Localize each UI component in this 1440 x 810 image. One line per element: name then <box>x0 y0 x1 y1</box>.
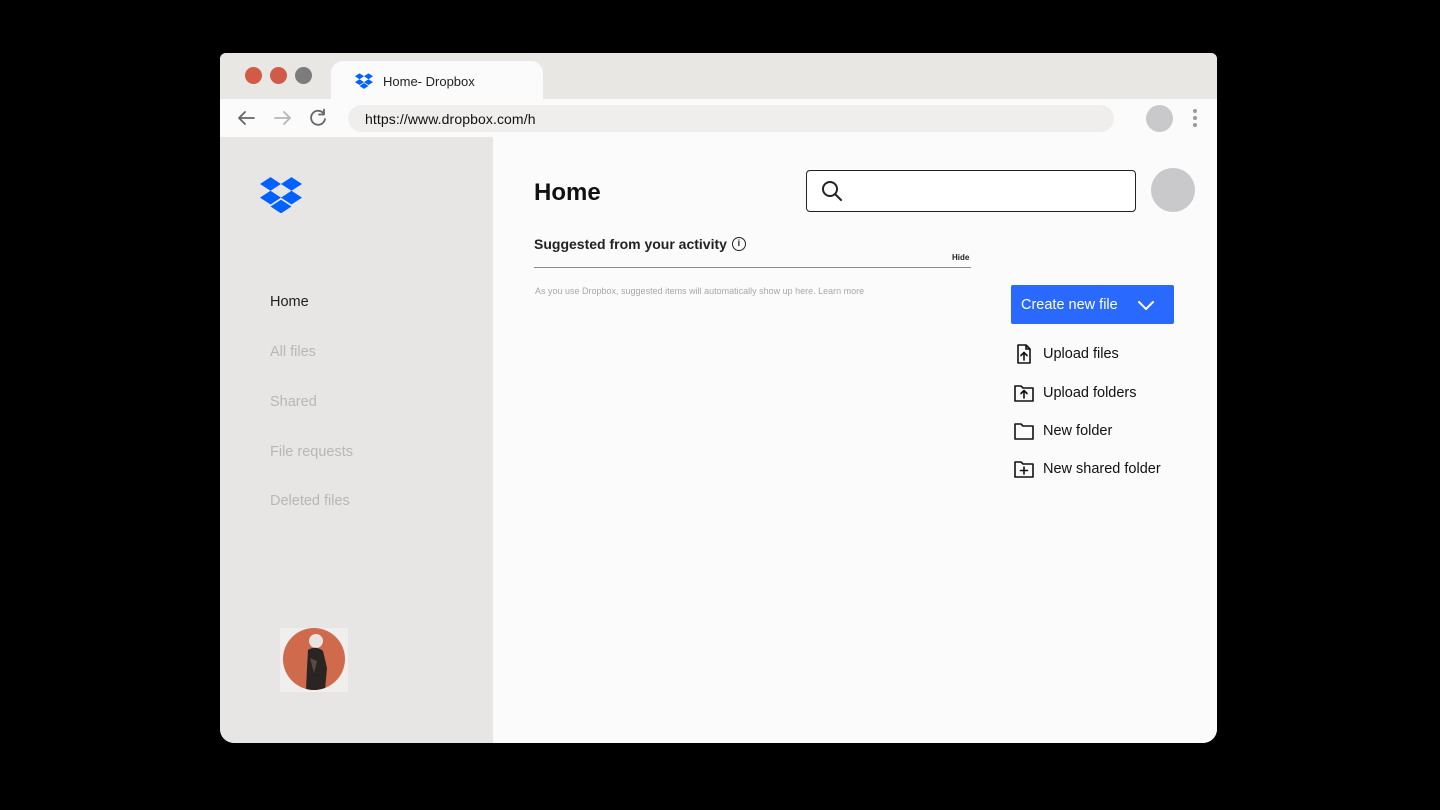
browser-window: Home- Dropbox https://www.dropbox.com/h … <box>220 53 1217 743</box>
new-folder-label: New folder <box>1043 423 1113 439</box>
maximize-window-button[interactable] <box>295 67 312 84</box>
upload-folders-label: Upload folders <box>1043 385 1137 401</box>
browser-profile-avatar[interactable] <box>1146 105 1173 132</box>
address-bar[interactable]: https://www.dropbox.com/h <box>348 105 1114 132</box>
url-text: https://www.dropbox.com/h <box>365 110 536 127</box>
browser-menu-icon[interactable] <box>1192 109 1198 127</box>
info-icon[interactable]: i <box>731 237 746 251</box>
suggested-heading: Suggested from your activity i <box>534 236 746 252</box>
browser-toolbar: https://www.dropbox.com/h <box>220 99 1217 137</box>
user-avatar[interactable] <box>280 628 348 692</box>
reload-icon[interactable] <box>307 107 329 129</box>
divider <box>534 267 971 268</box>
upload-file-icon <box>1017 344 1031 364</box>
main-content: Home Suggested from your activity i Hide… <box>493 137 1217 743</box>
new-shared-folder-label: New shared folder <box>1043 461 1161 477</box>
suggested-hint-text: As you use Dropbox, suggested items will… <box>535 286 865 296</box>
upload-files-action[interactable]: Upload files <box>1013 343 1119 365</box>
sidebar-item-shared[interactable]: Shared <box>270 394 317 410</box>
sidebar-item-home[interactable]: Home <box>270 294 309 310</box>
folder-icon <box>1014 423 1034 440</box>
suggested-title: Suggested from your activity <box>534 236 727 252</box>
window-controls <box>245 67 312 84</box>
close-window-button[interactable] <box>245 67 262 84</box>
tab-bar: Home- Dropbox <box>220 53 1217 101</box>
person-figure-icon <box>306 634 327 690</box>
account-avatar[interactable] <box>1151 168 1195 212</box>
upload-folder-icon <box>1014 385 1034 402</box>
sidebar-item-all-files[interactable]: All files <box>270 344 316 360</box>
chevron-down-icon <box>1138 301 1154 310</box>
upload-files-label: Upload files <box>1043 346 1119 362</box>
page-title: Home <box>534 179 601 206</box>
upload-folders-action[interactable]: Upload folders <box>1013 382 1137 404</box>
sidebar-item-deleted-files[interactable]: Deleted files <box>270 493 350 509</box>
shared-folder-icon <box>1014 461 1034 478</box>
new-folder-action[interactable]: New folder <box>1013 420 1112 442</box>
tab-title: Home- Dropbox <box>383 73 475 89</box>
new-shared-folder-action[interactable]: New shared folder <box>1013 458 1161 480</box>
create-new-file-button[interactable]: Create new file <box>1011 285 1174 324</box>
dropbox-logo-icon[interactable] <box>260 177 302 213</box>
dropbox-favicon-icon <box>355 73 373 89</box>
browser-tab[interactable]: Home- Dropbox <box>331 61 543 101</box>
search-icon <box>822 181 842 201</box>
forward-arrow-icon[interactable] <box>272 107 294 129</box>
search-input[interactable] <box>806 170 1136 212</box>
create-button-label: Create new file <box>1021 296 1118 313</box>
back-arrow-icon[interactable] <box>235 107 257 129</box>
minimize-window-button[interactable] <box>270 67 287 84</box>
sidebar: Home All files Shared File requests Dele… <box>220 137 493 743</box>
hide-link[interactable]: Hide <box>952 253 969 262</box>
sidebar-item-file-requests[interactable]: File requests <box>270 444 353 460</box>
